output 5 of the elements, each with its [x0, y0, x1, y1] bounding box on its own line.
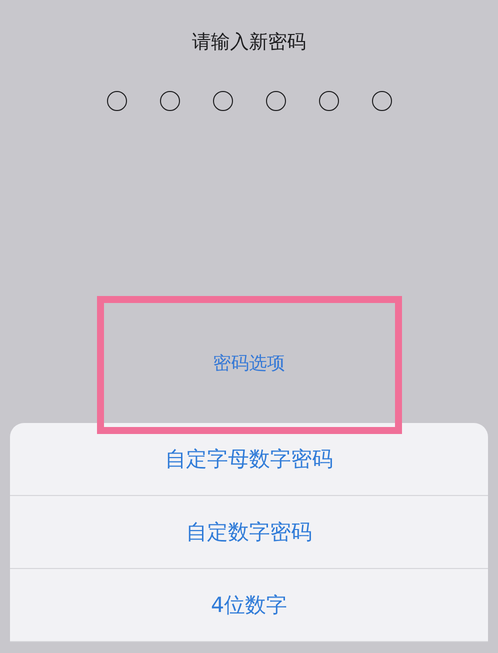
screen-title: 请输入新密码	[192, 30, 306, 54]
sheet-option[interactable]: 4位数字	[10, 569, 488, 642]
passcode-options-link[interactable]: 密码选项	[213, 352, 285, 376]
sheet-option[interactable]: 自定字母数字密码	[10, 423, 488, 496]
sheet-option[interactable]: 自定数字密码	[10, 496, 488, 569]
